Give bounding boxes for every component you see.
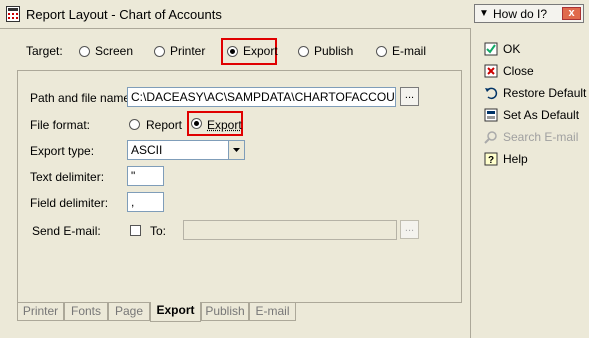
help-icon: ? bbox=[484, 152, 498, 166]
to-input[interactable] bbox=[183, 220, 397, 240]
to-label: To: bbox=[150, 224, 167, 238]
field-delimiter-input[interactable]: , bbox=[127, 192, 164, 212]
to-browse-button[interactable]: ... bbox=[400, 220, 419, 239]
format-report-radio[interactable] bbox=[129, 119, 140, 130]
actions-divider bbox=[470, 28, 471, 338]
close-label: Close bbox=[503, 64, 534, 78]
tab-email[interactable]: E-mail bbox=[249, 303, 296, 321]
search-email-label: Search E-mail bbox=[503, 130, 579, 144]
target-printer-radio[interactable] bbox=[154, 46, 165, 57]
target-publish-label[interactable]: Publish bbox=[314, 44, 353, 58]
format-export-label[interactable]: Export bbox=[207, 118, 242, 132]
close-button[interactable]: Close bbox=[484, 63, 574, 81]
help-button[interactable]: ? Help bbox=[484, 151, 574, 169]
ok-icon bbox=[484, 42, 498, 56]
svg-text:?: ? bbox=[488, 155, 494, 166]
target-export-label[interactable]: Export bbox=[243, 44, 278, 58]
dropdown-arrow-icon: ▼ bbox=[479, 8, 489, 19]
target-label: Target: bbox=[26, 44, 63, 58]
restore-default-button[interactable]: Restore Default bbox=[484, 85, 587, 103]
target-export-radio[interactable] bbox=[227, 46, 238, 57]
field-delimiter-label: Field delimiter: bbox=[30, 196, 109, 210]
target-email-label[interactable]: E-mail bbox=[392, 44, 426, 58]
ok-label: OK bbox=[503, 42, 521, 56]
window-title: Report Layout - Chart of Accounts bbox=[26, 7, 222, 22]
ok-button[interactable]: OK bbox=[484, 41, 574, 59]
tab-publish[interactable]: Publish bbox=[201, 303, 249, 321]
send-email-label: Send E-mail: bbox=[32, 224, 101, 238]
tab-export[interactable]: Export bbox=[150, 302, 201, 322]
close-window-button[interactable]: x bbox=[562, 7, 581, 20]
target-screen-label[interactable]: Screen bbox=[95, 44, 133, 58]
format-report-label[interactable]: Report bbox=[146, 118, 182, 132]
set-as-default-label: Set As Default bbox=[503, 108, 580, 122]
tab-page[interactable]: Page bbox=[108, 303, 150, 321]
title-divider bbox=[0, 28, 470, 29]
text-delimiter-label: Text delimiter: bbox=[30, 170, 105, 184]
path-browse-button[interactable]: ... bbox=[400, 87, 419, 106]
target-publish-radio[interactable] bbox=[298, 46, 309, 57]
format-export-radio[interactable] bbox=[191, 118, 202, 129]
path-input[interactable]: C:\DACEASY\AC\SAMPDATA\CHARTOFACCOUNTS bbox=[127, 87, 396, 107]
search-email-icon bbox=[484, 131, 497, 144]
how-do-i-button[interactable]: ▼ How do I? x bbox=[474, 4, 584, 23]
set-default-icon bbox=[484, 108, 498, 122]
restore-default-label: Restore Default bbox=[503, 86, 587, 100]
path-label: Path and file name: bbox=[30, 91, 134, 105]
tab-printer[interactable]: Printer bbox=[17, 303, 64, 321]
tab-fonts[interactable]: Fonts bbox=[64, 303, 108, 321]
how-do-i-label: How do I? bbox=[493, 7, 548, 21]
help-label: Help bbox=[503, 152, 528, 166]
calculator-icon bbox=[6, 6, 20, 22]
send-email-checkbox[interactable] bbox=[130, 225, 141, 236]
text-delimiter-input[interactable]: " bbox=[127, 166, 164, 186]
target-screen-radio[interactable] bbox=[79, 46, 90, 57]
chevron-down-icon[interactable] bbox=[228, 141, 244, 159]
file-format-label: File format: bbox=[30, 118, 91, 132]
search-email-button[interactable]: Search E-mail bbox=[484, 129, 584, 147]
export-type-value: ASCII bbox=[131, 143, 163, 157]
close-icon bbox=[484, 64, 498, 78]
target-email-radio[interactable] bbox=[376, 46, 387, 57]
set-as-default-button[interactable]: Set As Default bbox=[484, 107, 584, 125]
export-type-label: Export type: bbox=[30, 144, 95, 158]
restore-icon bbox=[485, 87, 498, 100]
target-printer-label[interactable]: Printer bbox=[170, 44, 205, 58]
